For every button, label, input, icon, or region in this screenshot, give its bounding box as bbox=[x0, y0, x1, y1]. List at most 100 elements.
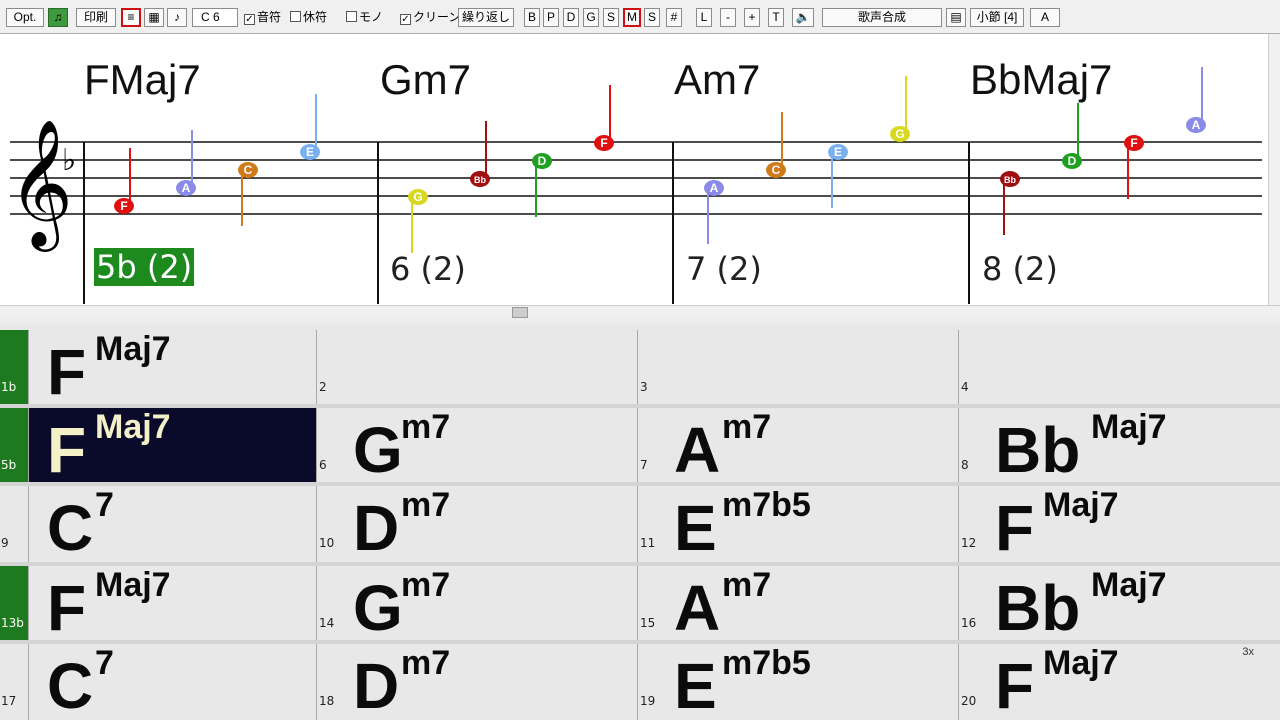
track-m-button[interactable]: M bbox=[623, 8, 641, 27]
section-marker[interactable] bbox=[0, 330, 28, 406]
chord-cell[interactable]: 20 F Maj7 bbox=[958, 644, 1280, 720]
treble-clef-icon: 𝄞 bbox=[8, 118, 73, 252]
chord-cell[interactable]: 17 C 7 bbox=[1, 644, 316, 720]
track-s2-button[interactable]: S bbox=[644, 8, 660, 27]
horizontal-scrollbar[interactable] bbox=[0, 305, 1280, 319]
chord-extension: m7 bbox=[722, 408, 772, 446]
note-letter: F bbox=[600, 136, 607, 150]
bar-number: 8 bbox=[961, 458, 969, 472]
print-button[interactable]: 印刷 bbox=[76, 8, 116, 27]
chord-cell[interactable]: 3 bbox=[637, 330, 958, 406]
note-letter: D bbox=[1068, 154, 1077, 168]
chord-cell[interactable]: 9 C7 bbox=[1, 486, 316, 564]
vertical-scrollbar[interactable] bbox=[1268, 34, 1280, 306]
repeat-button[interactable]: 繰り返し bbox=[458, 8, 514, 27]
options-button[interactable]: Opt. bbox=[6, 8, 44, 27]
chord-root: F bbox=[995, 492, 1035, 564]
toolbar: Opt. ♫ 印刷 ≡ ▦ ♪ C 6 ✓ 音符 休符 モノ ✓ クリーン 繰り返し… bbox=[0, 0, 1280, 34]
chord-root: D bbox=[353, 492, 400, 564]
chord-cell[interactable]: 14 Gm7 bbox=[316, 566, 637, 642]
chord-cell[interactable]: 13b F Maj7 bbox=[1, 566, 316, 642]
bar-number: 16 bbox=[961, 616, 977, 630]
chord-cell[interactable]: 1b F Maj7 bbox=[1, 330, 316, 408]
notation-icon[interactable]: ♫ bbox=[48, 8, 68, 27]
plus-button[interactable]: + bbox=[744, 8, 760, 27]
chord-cell[interactable]: 11 Em7b5 bbox=[637, 486, 958, 562]
staff-view-icon[interactable]: ≡ bbox=[121, 8, 141, 27]
chord-cell[interactable]: 15 Am7 bbox=[637, 566, 958, 642]
note-letter: Bb bbox=[474, 175, 486, 185]
bar-number: 10 bbox=[319, 536, 335, 550]
note-letter: D bbox=[538, 154, 547, 168]
chord-cell[interactable]: 6 Gm7 bbox=[316, 408, 637, 484]
grid-view-icon[interactable]: ▦ bbox=[144, 8, 164, 27]
chord-cell[interactable]: 12 F Maj7 bbox=[958, 486, 1280, 562]
chord-extension: Maj7 bbox=[95, 330, 171, 368]
l-button[interactable]: L bbox=[696, 8, 712, 27]
clef-icon[interactable]: ♪ bbox=[167, 8, 187, 27]
chord-root: F bbox=[47, 336, 87, 408]
chord-root: G bbox=[353, 572, 403, 644]
track-b-button[interactable]: B bbox=[524, 8, 540, 27]
bar-number: 3 bbox=[640, 380, 648, 394]
film-icon[interactable]: ▤ bbox=[946, 8, 966, 27]
chord-root: F bbox=[47, 414, 87, 486]
scroll-thumb[interactable] bbox=[512, 307, 528, 318]
note-letter: A bbox=[710, 181, 719, 195]
chord-cell[interactable]: 16 Bb Maj7 bbox=[958, 566, 1280, 642]
chord-label-3: Am7 bbox=[674, 56, 761, 103]
chord-cell[interactable]: 19 Em7b5 bbox=[637, 644, 958, 720]
chord-extension: m7b5 bbox=[722, 486, 811, 524]
section-marker[interactable] bbox=[0, 566, 28, 642]
bars-button[interactable]: 小節 [4] bbox=[970, 8, 1024, 27]
track-sharp-button[interactable]: # bbox=[666, 8, 682, 27]
chord-cell[interactable]: 5b F Maj7 bbox=[1, 408, 316, 486]
notation-view[interactable]: 𝄞 ♭ F A C E G Bb D F A C E G Bb D F A FMaj7 Gm7 Am7 BbMaj… bbox=[0, 34, 1268, 306]
track-s-button[interactable]: S bbox=[603, 8, 619, 27]
speaker-icon[interactable]: 🔈 bbox=[792, 8, 814, 27]
bar-number: 14 bbox=[319, 616, 335, 630]
rests-checkbox[interactable]: 休符 bbox=[290, 10, 327, 26]
section-marker[interactable] bbox=[0, 408, 28, 484]
chord-root: F bbox=[995, 650, 1035, 720]
chord-cell[interactable]: 10 Dm7 bbox=[316, 486, 637, 562]
chord-sheet[interactable]: 1b F Maj7 2 3 4 5b F Maj7 6 Gm7 7 Am7 8 Bb Maj7 9 C 7 10 Dm7… bbox=[0, 324, 1280, 720]
chord-extension: m7 bbox=[401, 486, 451, 524]
note-letter: E bbox=[834, 145, 842, 159]
chord-root: D bbox=[353, 650, 400, 720]
vocal-synth-button[interactable]: 歌声合成 bbox=[822, 8, 942, 27]
t-button[interactable]: T bbox=[768, 8, 784, 27]
bar-number: 12 bbox=[961, 536, 977, 550]
key-field[interactable]: C 6 bbox=[192, 8, 238, 27]
chord-extension: Maj7 bbox=[1043, 486, 1119, 524]
chord-cell[interactable]: 18 Dm7 bbox=[316, 644, 637, 720]
bar-number: 1b bbox=[1, 380, 17, 394]
bar-label-3: 7 (2) bbox=[686, 250, 762, 288]
track-d-button[interactable]: D bbox=[563, 8, 579, 27]
text-a-icon[interactable]: A bbox=[1030, 8, 1060, 27]
minus-button[interactable]: - bbox=[720, 8, 736, 27]
chord-cell[interactable]: 4 bbox=[958, 330, 1280, 406]
notes-checkbox[interactable]: ✓ 音符 bbox=[244, 10, 281, 26]
chord-extension: Maj7 bbox=[1091, 408, 1167, 446]
clean-checkbox[interactable]: ✓ クリーン bbox=[400, 10, 460, 26]
chord-root: C bbox=[47, 492, 94, 564]
note-letter: F bbox=[1130, 136, 1137, 150]
chord-label-2: Gm7 bbox=[380, 56, 472, 103]
checkbox-icon: ✓ bbox=[244, 14, 255, 25]
bar-number: 19 bbox=[640, 694, 656, 708]
chord-cell[interactable]: 7 Am7 bbox=[637, 408, 958, 484]
track-g-button[interactable]: G bbox=[583, 8, 599, 27]
band-in-a-box-window: Opt. ♫ 印刷 ≡ ▦ ♪ C 6 ✓ 音符 休符 モノ ✓ クリーン 繰り返し… bbox=[0, 0, 1280, 720]
note-letter: A bbox=[1192, 118, 1201, 132]
chord-cell[interactable]: 2 bbox=[316, 330, 637, 406]
chord-label-4: BbMaj7 bbox=[970, 56, 1113, 103]
note-letter: Bb bbox=[1004, 175, 1016, 185]
chord-cell[interactable]: 8 Bb Maj7 bbox=[958, 408, 1280, 484]
mono-checkbox[interactable]: モノ bbox=[346, 10, 383, 26]
chord-extension: m7 bbox=[401, 566, 451, 604]
note-letter: A bbox=[182, 181, 191, 195]
bar-label-2: 6 (2) bbox=[390, 250, 466, 288]
track-p-button[interactable]: P bbox=[543, 8, 559, 27]
chord-extension: m7 bbox=[401, 644, 451, 682]
